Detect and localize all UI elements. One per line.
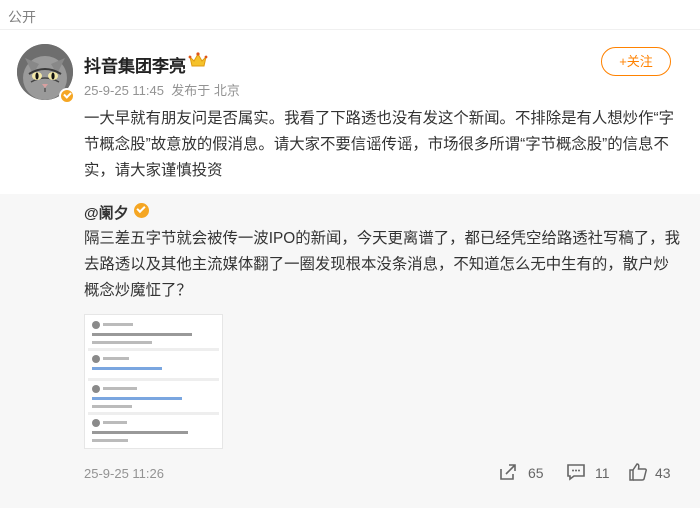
repost-author[interactable]: @阑夕 (84, 202, 129, 223)
post-author[interactable]: 抖音集团李亮 (84, 52, 186, 77)
visibility-bar: 公开 (0, 0, 700, 30)
comment-icon (567, 464, 585, 481)
repost-count: 65 (528, 465, 544, 481)
repost-text: 隔三差五字节就会被传一波IPO的新闻，今天更离谱了，都已经凭空给路透社写稿了，我… (84, 230, 680, 299)
share-icon (500, 464, 516, 480)
post-meta: 25-9-25 11:45 发布于 北京 (84, 80, 240, 99)
post-time[interactable]: 25-9-25 11:45 (84, 83, 164, 98)
visibility-label: 公开 (8, 9, 36, 25)
gold-verified-icon (134, 203, 149, 218)
comment-count: 11 (595, 465, 610, 481)
verified-badge-icon (59, 88, 75, 104)
crown-icon (188, 52, 208, 67)
repost-time[interactable]: 25-9-25 11:26 (84, 466, 164, 481)
follow-button[interactable]: +关注 (601, 47, 671, 76)
screenshot-thumbnail[interactable] (84, 314, 223, 449)
like-count: 43 (655, 465, 671, 481)
thumbs-up-icon (629, 463, 647, 481)
post-source: 发布于 北京 (171, 83, 240, 98)
repost-box[interactable]: @阑夕 隔三差五字节就会被传一波IPO的新闻，今天更离谱了，都已经凭空给路透社写… (0, 194, 700, 508)
post-text: 一大早就有朋友问是否属实。我看了下路透也没有发这个新闻。不排除是有人想炒作“字节… (84, 110, 674, 179)
